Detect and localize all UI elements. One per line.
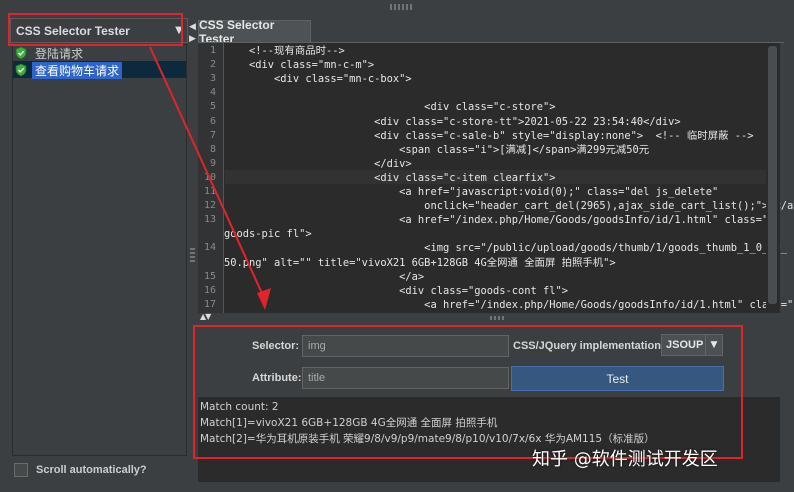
scroll-automatically-label: Scroll automatically?: [36, 464, 147, 476]
code-line: <div class="mn-c-box">: [224, 73, 412, 86]
line-number: 5: [209, 101, 216, 113]
tree-item-label: 登陆请求: [35, 46, 84, 61]
line-number: 2: [209, 59, 216, 71]
code-line: </div>: [224, 157, 412, 170]
code-line: onclick="header_cart_del(2965),ajax_side…: [224, 200, 794, 213]
collapse-left-icon[interactable]: ◀: [189, 22, 196, 32]
watermark-text: 知乎 @软件测试开发区: [532, 449, 718, 470]
code-line: <div class="c-sale-b" style="display:non…: [224, 129, 754, 142]
annotation-box-dropdown: [8, 13, 183, 46]
line-number: 12: [203, 200, 216, 212]
line-number: 10: [203, 171, 216, 183]
line-number: 13: [203, 214, 216, 226]
line-number: 15: [203, 270, 216, 282]
code-line: <div class="c-item clearfix">: [224, 171, 556, 184]
line-number: 16: [203, 284, 216, 296]
results-tree[interactable]: [12, 44, 187, 456]
expand-right-icon[interactable]: ▶: [189, 34, 196, 44]
horizontal-splitter-grip[interactable]: [490, 316, 506, 320]
code-line: <div class="goods-cont fl">: [224, 284, 569, 297]
annotation-box-form: [193, 325, 743, 459]
scroll-automatically-checkbox[interactable]: [14, 463, 28, 477]
line-number: 7: [209, 129, 216, 141]
line-number: 6: [209, 115, 216, 127]
shield-check-icon: [15, 46, 27, 60]
code-line: <div class="c-store-tt">2021-05-22 23:54…: [224, 115, 681, 128]
code-line: 50.png" alt="" title="vivoX21 6GB+128GB …: [224, 256, 616, 269]
line-number: 14: [203, 242, 216, 254]
vertical-splitter-grip[interactable]: [190, 248, 195, 262]
code-line: <div class="mn-c-m">: [224, 59, 375, 72]
line-number: 11: [203, 186, 216, 197]
line-number: 1: [209, 45, 216, 56]
tree-item-view-cart-request[interactable]: 查看购物车请求: [14, 61, 123, 79]
editor-scrollbar-thumb[interactable]: [768, 46, 777, 304]
code-line: <div class="c-store">: [224, 101, 556, 114]
code-line: goods-pic fl">: [224, 228, 312, 241]
top-splitter-grip[interactable]: [390, 4, 414, 10]
code-line: <img src="/public/upload/goods/thumb/1/g…: [224, 242, 788, 255]
splitter-collapse-icon[interactable]: ▲▼: [200, 312, 211, 321]
code-line: <!--现有商品时-->: [224, 45, 345, 57]
tab-css-selector-tester[interactable]: CSS Selector Tester: [198, 18, 311, 46]
code-line: </a>: [224, 270, 425, 283]
shield-check-icon: [15, 63, 27, 77]
line-number: 3: [209, 73, 216, 85]
tree-item-login-request[interactable]: 登陆请求: [14, 45, 86, 61]
line-number: 8: [209, 143, 216, 155]
line-number: 17: [203, 298, 216, 310]
code-line: <a href="/index.php/Home/Goods/goodsInfo…: [224, 298, 794, 311]
line-number: 4: [209, 87, 216, 99]
code-line: <span class="i">[满减]</span>满299元减50元: [224, 143, 650, 156]
horizontal-splitter[interactable]: [198, 313, 780, 323]
scroll-automatically-option[interactable]: Scroll automatically?: [14, 462, 147, 478]
code-line: <a href="/index.php/Home/Goods/goodsInfo…: [224, 214, 769, 227]
tree-item-label: 查看购物车请求: [32, 61, 123, 79]
line-number: 9: [209, 157, 216, 169]
code-line: <a href="javascript:void(0);" class="del…: [224, 186, 719, 198]
